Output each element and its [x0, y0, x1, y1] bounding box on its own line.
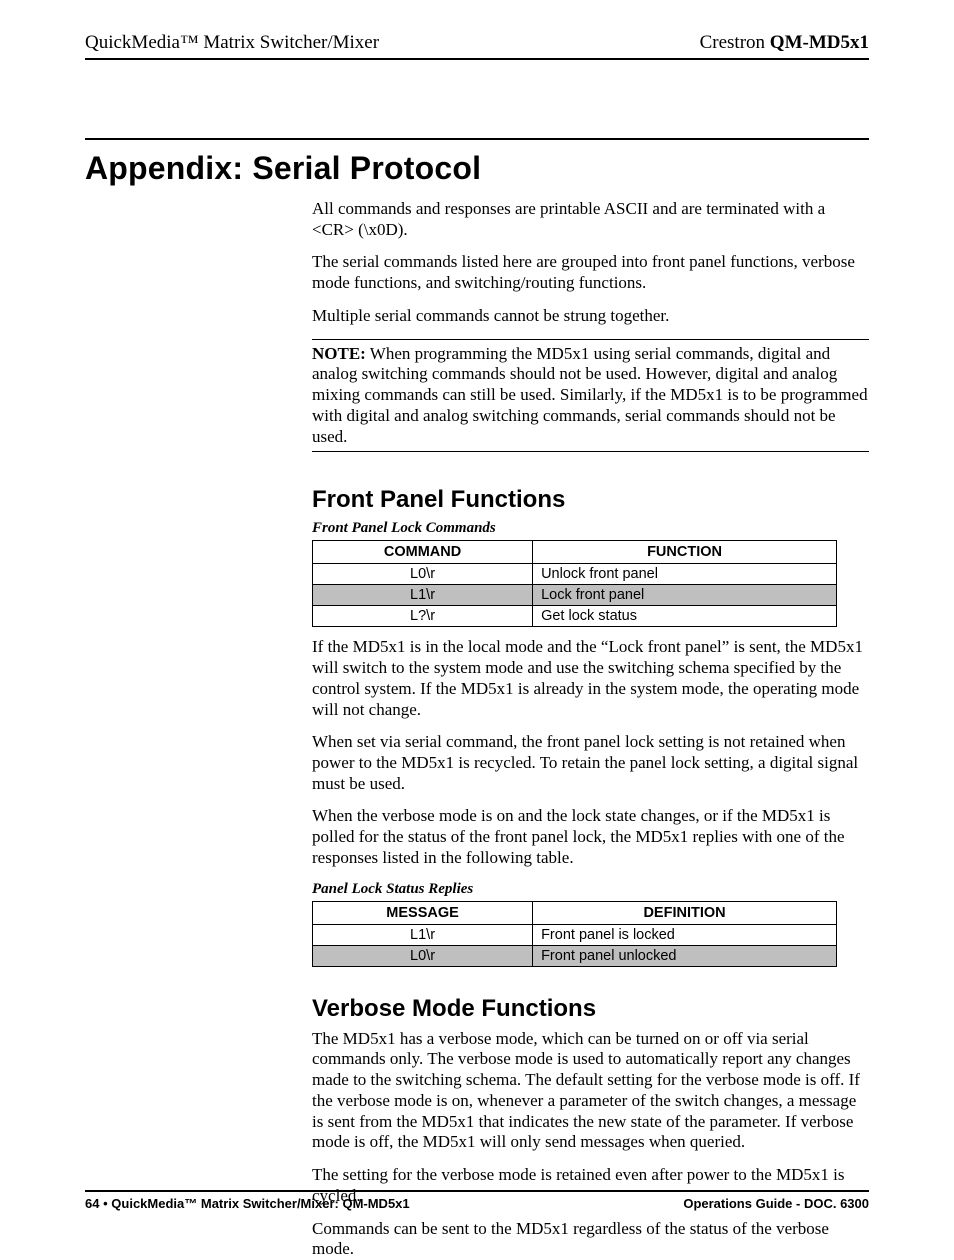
- header-right: Crestron QM-MD5x1: [700, 32, 869, 54]
- fn-cell: Get lock status: [533, 606, 837, 627]
- fn-cell: Lock front panel: [533, 585, 837, 606]
- table-row: L1\r Front panel is locked: [313, 924, 837, 945]
- header-right-prefix: Crestron: [700, 32, 770, 53]
- footer-right: Operations Guide - DOC. 6300: [683, 1196, 869, 1211]
- intro-p2: The serial commands listed here are grou…: [312, 252, 869, 293]
- table-header-row: MESSAGE DEFINITION: [313, 901, 837, 924]
- note-text: NOTE: When programming the MD5x1 using s…: [312, 344, 869, 448]
- footer-page-no: 64: [85, 1196, 99, 1211]
- cmd-cell: L0\r: [313, 564, 533, 585]
- def-cell: Front panel unlocked: [533, 945, 837, 966]
- verbose-p3: Commands can be sent to the MD5x1 regard…: [312, 1219, 869, 1260]
- fp-p2: When set via serial command, the front p…: [312, 732, 869, 794]
- msg-cell: L0\r: [313, 945, 533, 966]
- cmd-cell: L?\r: [313, 606, 533, 627]
- footer-left: 64 • QuickMedia™ Matrix Switcher/Mixer: …: [85, 1196, 410, 1211]
- footer-left-text: QuickMedia™ Matrix Switcher/Mixer: QM-MD…: [111, 1196, 409, 1211]
- intro-p1: All commands and responses are printable…: [312, 199, 869, 240]
- table1-caption: Front Panel Lock Commands: [312, 520, 869, 537]
- header-left: QuickMedia™ Matrix Switcher/Mixer: [85, 32, 379, 54]
- table-header-row: COMMAND FUNCTION: [313, 541, 837, 564]
- verbose-heading: Verbose Mode Functions: [312, 995, 869, 1023]
- table-row: L0\r Unlock front panel: [313, 564, 837, 585]
- running-header: QuickMedia™ Matrix Switcher/Mixer Crestr…: [85, 32, 869, 60]
- msg-cell: L1\r: [313, 924, 533, 945]
- def-cell: Front panel is locked: [533, 924, 837, 945]
- fp-p3: When the verbose mode is on and the lock…: [312, 806, 869, 868]
- cmd-cell: L1\r: [313, 585, 533, 606]
- table-row: L?\r Get lock status: [313, 606, 837, 627]
- table-row: L0\r Front panel unlocked: [313, 945, 837, 966]
- th-function: FUNCTION: [533, 541, 837, 564]
- front-panel-heading: Front Panel Functions: [312, 486, 869, 514]
- fp-p1: If the MD5x1 is in the local mode and th…: [312, 637, 869, 720]
- panel-lock-status-replies-table: MESSAGE DEFINITION L1\r Front panel is l…: [312, 901, 837, 967]
- table2-caption: Panel Lock Status Replies: [312, 881, 869, 898]
- table-row: L1\r Lock front panel: [313, 585, 837, 606]
- th-definition: DEFINITION: [533, 901, 837, 924]
- section-title: Appendix: Serial Protocol: [85, 138, 869, 187]
- page-footer: 64 • QuickMedia™ Matrix Switcher/Mixer: …: [85, 1190, 869, 1211]
- note-label: NOTE:: [312, 344, 366, 363]
- verbose-p1: The MD5x1 has a verbose mode, which can …: [312, 1029, 869, 1153]
- th-message: MESSAGE: [313, 901, 533, 924]
- fn-cell: Unlock front panel: [533, 564, 837, 585]
- note-body: When programming the MD5x1 using serial …: [312, 344, 868, 446]
- th-command: COMMAND: [313, 541, 533, 564]
- front-panel-lock-commands-table: COMMAND FUNCTION L0\r Unlock front panel…: [312, 540, 837, 627]
- intro-p3: Multiple serial commands cannot be strun…: [312, 306, 869, 327]
- header-right-model: QM-MD5x1: [770, 32, 869, 53]
- bullet-icon: •: [103, 1196, 108, 1211]
- note-box: NOTE: When programming the MD5x1 using s…: [312, 339, 869, 453]
